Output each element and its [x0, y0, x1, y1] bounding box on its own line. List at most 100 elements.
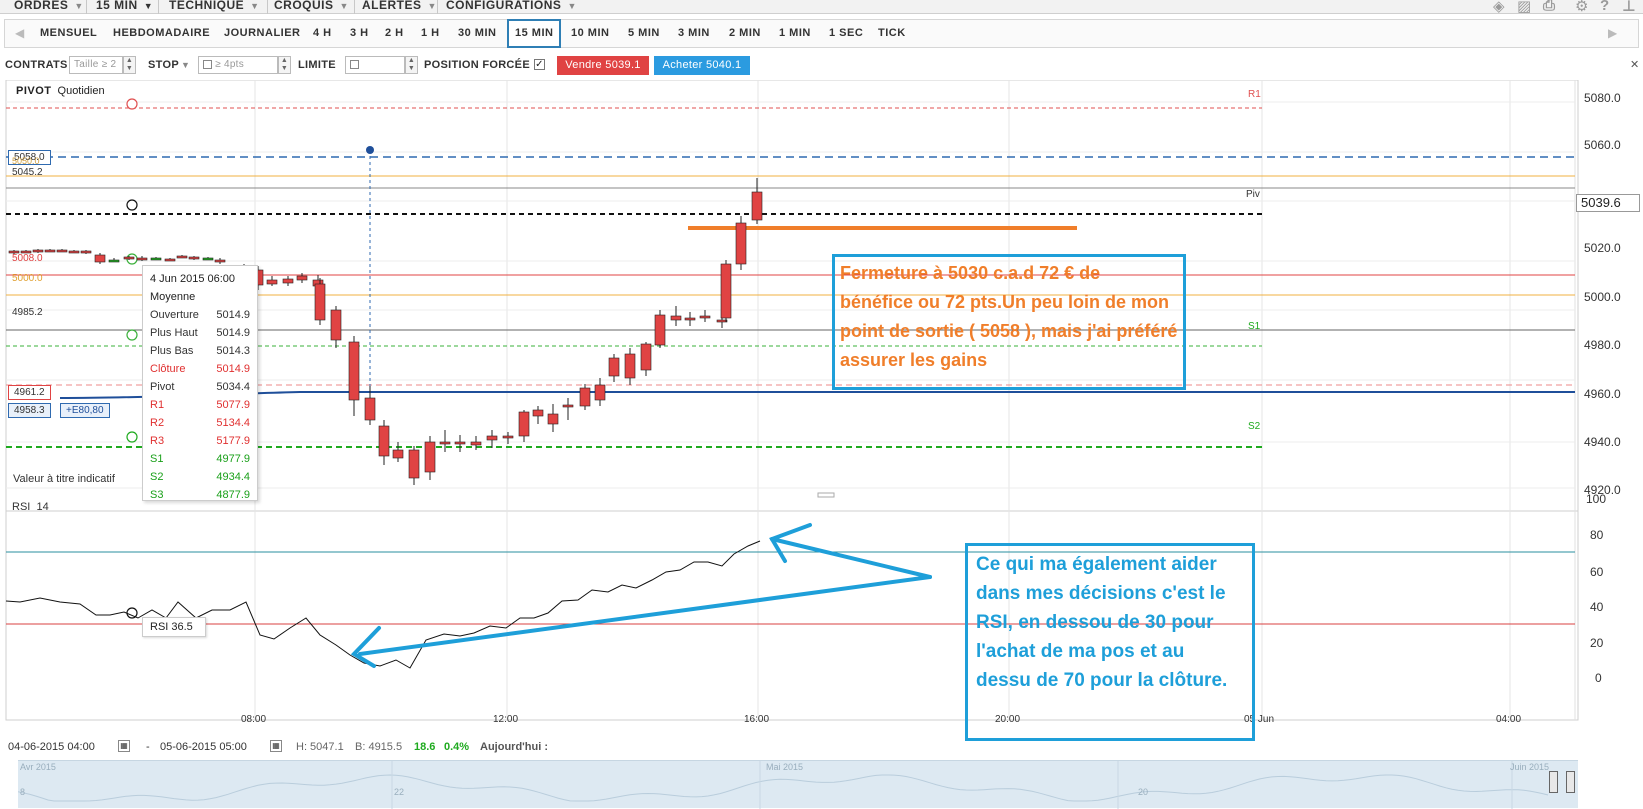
- range-from[interactable]: 04-06-2015 04:00: [8, 741, 95, 753]
- annotation-arrows: [350, 523, 932, 668]
- navigator-handle-right[interactable]: [1566, 771, 1575, 793]
- navigator-label: Avr 2015: [20, 762, 56, 772]
- image-icon[interactable]: ▨: [1517, 0, 1532, 15]
- tf-tick[interactable]: TICK: [878, 20, 906, 47]
- candle: [202, 257, 214, 261]
- help-icon[interactable]: ?: [1600, 0, 1610, 14]
- tf-2h[interactable]: 2 H: [385, 20, 404, 47]
- pivot-title: PIVOT: [16, 85, 52, 97]
- menu-label: CROQUIS: [274, 0, 334, 12]
- calendar-icon[interactable]: ▦: [270, 740, 282, 752]
- rsi-axis-label: 80: [1590, 528, 1604, 542]
- tooltip-row: S1 4977.9: [150, 450, 250, 468]
- menu-ordres[interactable]: ORDRES ▼: [8, 0, 90, 13]
- sell-button[interactable]: Vendre 5039.1: [557, 56, 649, 75]
- tooltip-row-value: 5014.9: [216, 363, 250, 375]
- date-range-bar: 04-06-2015 04:00 ▦ - 05-06-2015 05:00 ▦ …: [0, 738, 1643, 758]
- tf-3min[interactable]: 3 MIN: [678, 20, 710, 47]
- candle: [594, 384, 606, 401]
- tf-journalier[interactable]: JOURNALIER: [224, 20, 301, 47]
- tf-5min[interactable]: 5 MIN: [628, 20, 660, 47]
- chevron-down-icon: ▼: [427, 1, 437, 11]
- stop-price-tag[interactable]: 4961.2: [8, 385, 51, 400]
- tf-1h[interactable]: 1 H: [421, 20, 440, 47]
- size-field[interactable]: Taille ≥ 2: [69, 56, 123, 74]
- tf-2min[interactable]: 2 MIN: [729, 20, 761, 47]
- piv-tag: Piv: [1246, 189, 1260, 200]
- rsi-axis-label: 60: [1590, 565, 1604, 579]
- candle: [330, 309, 342, 341]
- timeframe-bar: ◀ MENSUEL HEBDOMADAIRE JOURNALIER 4 H 3 …: [4, 19, 1639, 48]
- tooltip-row-value: 5014.3: [216, 345, 250, 357]
- forced-position-checkbox[interactable]: ✓: [534, 59, 545, 70]
- time-navigator[interactable]: Avr 2015 Mai 2015 Juin 2015 8 22 20: [18, 760, 1578, 809]
- entry-handle: [366, 146, 374, 154]
- limit-checkbox[interactable]: [350, 59, 359, 69]
- chevron-down-icon[interactable]: ▼: [181, 53, 190, 77]
- tf-mensuel[interactable]: MENSUEL: [40, 20, 97, 47]
- menu-alertes[interactable]: ALERTES ▼: [356, 0, 443, 13]
- chevron-down-icon: ▼: [567, 1, 577, 11]
- stop-checkbox[interactable]: [203, 59, 212, 69]
- menu-divider: [437, 0, 438, 14]
- stop-field[interactable]: ≥ 4pts: [198, 56, 278, 74]
- menu-label: TECHNIQUE: [169, 0, 245, 12]
- range-to[interactable]: 05-06-2015 05:00: [160, 741, 247, 753]
- tooltip-row: R1 5077.9: [150, 396, 250, 414]
- chart-area[interactable]: PIVOT Quotidien Valeur à titre indicatif …: [0, 80, 1643, 740]
- candle: [282, 278, 294, 284]
- gear-icon[interactable]: ⚙: [1575, 0, 1589, 15]
- tf-15min[interactable]: 15 MIN: [507, 19, 562, 48]
- rsi-title-text: RSI: [12, 501, 31, 513]
- tooltip-row: Plus Haut 5014.9: [150, 324, 250, 342]
- tf-1min[interactable]: 1 MIN: [779, 20, 811, 47]
- s2-tag: S2: [1248, 421, 1261, 432]
- entry-price-tag[interactable]: 4958.3: [8, 403, 51, 418]
- scroll-left-icon[interactable]: ◀: [15, 20, 25, 47]
- rsi-annotation: Ce qui ma également aider dans mes décis…: [965, 543, 1255, 741]
- eraser-icon[interactable]: ◈: [1493, 0, 1505, 15]
- menu-configurations[interactable]: CONFIGURATIONS ▼: [440, 0, 583, 13]
- tf-10min[interactable]: 10 MIN: [571, 20, 609, 47]
- candle: [670, 315, 682, 321]
- menu-croquis[interactable]: CROQUIS ▼: [268, 0, 355, 13]
- close-icon[interactable]: ✕: [1630, 53, 1640, 77]
- print-icon[interactable]: ⎙: [1543, 0, 1556, 14]
- stop-label[interactable]: STOP: [148, 53, 179, 77]
- label-5000: 5000.0: [12, 273, 43, 284]
- candle: [751, 191, 763, 221]
- stop-stepper[interactable]: ▲ ▼: [278, 56, 291, 74]
- tf-1sec[interactable]: 1 SEC: [829, 20, 863, 47]
- pnl-tag[interactable]: +E80,80: [60, 403, 110, 418]
- menu-technique[interactable]: TECHNIQUE ▼: [163, 0, 266, 13]
- candle: [640, 343, 652, 371]
- candle: [32, 249, 44, 253]
- range-high: H: 5047.1: [296, 741, 344, 753]
- forced-position-label: POSITION FORCÉE: [424, 59, 530, 71]
- calendar-icon[interactable]: ▦: [118, 740, 130, 752]
- candle: [378, 425, 390, 457]
- tf-3h[interactable]: 3 H: [350, 20, 369, 47]
- price-axis-label: 5080.0: [1584, 91, 1621, 105]
- tooltip-row-label: S3: [150, 489, 164, 501]
- navigator-label: 22: [394, 787, 405, 797]
- size-stepper[interactable]: ▲ ▼: [123, 56, 136, 74]
- navigator-handle-left[interactable]: [1549, 771, 1558, 793]
- tf-30min[interactable]: 30 MIN: [458, 20, 496, 47]
- tf-4h[interactable]: 4 H: [313, 20, 332, 47]
- candle: [314, 283, 326, 321]
- pin-icon[interactable]: ⊥: [1622, 0, 1636, 15]
- limit-stepper[interactable]: ▲ ▼: [405, 56, 418, 74]
- limit-field[interactable]: [345, 56, 405, 74]
- price-axis-label: 4960.0: [1584, 387, 1621, 401]
- buy-button[interactable]: Acheter 5040.1: [654, 56, 750, 75]
- range-change: 18.6: [414, 741, 436, 753]
- tooltip-row: R3 5177.9: [150, 432, 250, 450]
- label-5050: 5050.0: [12, 156, 40, 166]
- tooltip-row: R2 5134.4: [150, 414, 250, 432]
- tooltip-row: Plus Bas 5014.3: [150, 342, 250, 360]
- menu-timeframe[interactable]: 15 MIN ▼: [90, 0, 159, 13]
- tooltip-row-label: R1: [150, 399, 165, 411]
- tf-hebdomadaire[interactable]: HEBDOMADAIRE: [113, 20, 210, 47]
- scroll-right-icon[interactable]: ▶: [1608, 20, 1618, 47]
